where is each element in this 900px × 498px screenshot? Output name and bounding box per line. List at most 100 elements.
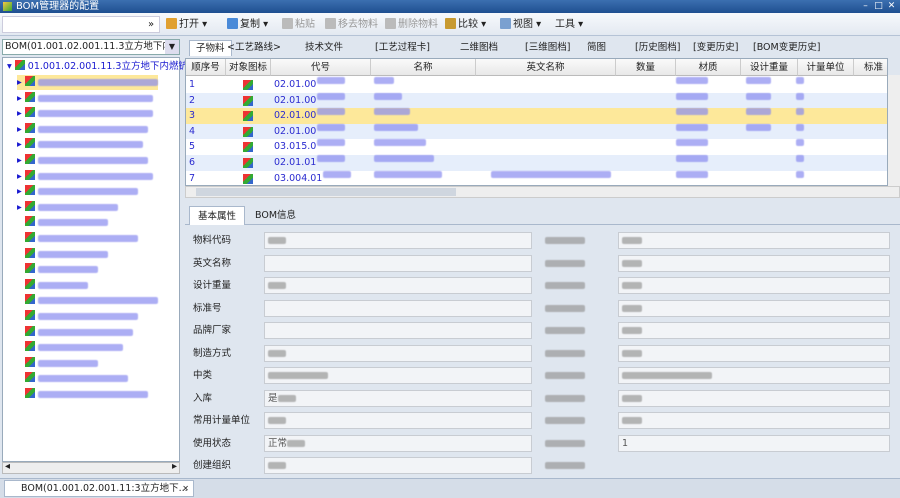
tree-node[interactable]: [25, 262, 98, 277]
tab-5[interactable]: [三维图档]: [525, 40, 570, 56]
right-field-value[interactable]: [618, 254, 890, 272]
tree-node[interactable]: ▸: [17, 184, 138, 199]
tools-button[interactable]: 工具 ▾: [555, 17, 583, 32]
object-icon: [243, 126, 253, 137]
tree-node[interactable]: [25, 231, 138, 246]
table-row[interactable]: 7 03.004.01: [186, 170, 887, 185]
remove-material-button[interactable]: 移去物料: [325, 17, 378, 32]
seq-cell: 2: [189, 94, 196, 106]
tab-8[interactable]: [变更历史]: [693, 40, 738, 56]
overflow-chevron-icon[interactable]: »: [148, 17, 154, 32]
column-header[interactable]: 设计重量: [741, 59, 798, 76]
tree-node[interactable]: [25, 356, 98, 371]
field-value[interactable]: [264, 344, 532, 362]
tab-7[interactable]: [历史图档]: [635, 40, 680, 56]
right-field-value[interactable]: [618, 277, 890, 294]
tree-root[interactable]: ▾ 01.001.02.001.11.3立方地下内燃铲运: [7, 59, 197, 74]
column-header[interactable]: 材质: [676, 59, 741, 76]
tree-node[interactable]: [25, 278, 88, 293]
tree-node[interactable]: ▸: [17, 169, 153, 184]
tab-4[interactable]: 二维图档: [460, 40, 498, 56]
tree-node[interactable]: ▸: [17, 106, 153, 121]
column-header[interactable]: 代号: [271, 59, 371, 76]
column-header[interactable]: 顺序号: [186, 59, 226, 76]
tree-node[interactable]: ▸: [17, 137, 143, 152]
tree-horizontal-scrollbar[interactable]: ◂ ▸: [2, 461, 180, 474]
field-value[interactable]: [264, 367, 532, 384]
tab-9[interactable]: [BOM变更历史]: [753, 40, 820, 56]
right-field-value[interactable]: 1: [618, 434, 890, 452]
table-row[interactable]: 6 02.01.01: [186, 155, 887, 171]
close-button[interactable]: ✕: [886, 1, 897, 12]
right-field-value[interactable]: [618, 232, 890, 249]
right-field-label: [545, 278, 585, 294]
right-field-value[interactable]: [618, 299, 890, 317]
field-value[interactable]: [264, 322, 532, 339]
column-header[interactable]: 数量: [616, 59, 676, 76]
field-value[interactable]: [264, 412, 532, 429]
field-value[interactable]: [264, 277, 532, 294]
tree-node[interactable]: ▸: [17, 200, 118, 215]
tab-1[interactable]: <工艺路线>: [227, 40, 281, 56]
tree-node[interactable]: [25, 371, 128, 386]
tree-node[interactable]: [25, 340, 123, 355]
tree-node[interactable]: [25, 325, 133, 340]
part-icon: [14, 60, 25, 70]
tree-node[interactable]: ▸: [17, 91, 153, 106]
right-field-value[interactable]: [618, 344, 890, 362]
column-header[interactable]: 标准: [854, 59, 887, 76]
grid-horizontal-scrollbar[interactable]: [185, 186, 900, 198]
bom-tree[interactable]: ▾ 01.001.02.001.11.3立方地下内燃铲运 ▸ ▸ ▸ ▸ ▸ ▸…: [2, 57, 197, 462]
maximize-button[interactable]: □: [873, 1, 884, 12]
open-button[interactable]: 打开 ▾: [166, 17, 207, 32]
column-header[interactable]: 对象图标: [226, 59, 271, 76]
bom-select[interactable]: BOM(01.001.02.001.11.3立方地下内 ▼: [2, 39, 180, 55]
copy-button[interactable]: 复制 ▾: [227, 17, 268, 32]
right-field-value[interactable]: [618, 389, 890, 407]
field-value[interactable]: [264, 254, 532, 272]
tab-6[interactable]: 简图: [587, 40, 606, 56]
column-header[interactable]: 英文名称: [476, 59, 616, 76]
table-row[interactable]: 4 02.01.00: [186, 123, 887, 140]
table-row[interactable]: 3 02.01.00: [186, 108, 887, 124]
grid-vertical-scrollbar[interactable]: [888, 75, 900, 186]
field-value[interactable]: 正常: [264, 434, 532, 452]
tree-node[interactable]: [25, 387, 148, 402]
tree-node[interactable]: [25, 247, 108, 262]
tree-node[interactable]: ▸: [17, 75, 158, 90]
tree-node[interactable]: [25, 215, 108, 230]
delete-material-button[interactable]: 删除物料: [385, 17, 438, 32]
tab-basic-properties[interactable]: 基本属性: [189, 206, 246, 225]
tab-0[interactable]: 子物料: [189, 40, 232, 56]
child-material-grid[interactable]: 顺序号 对象图标 代号 名称 英文名称 数量 材质 设计重量 计量单位 标准 1 02.01.00 2 0…: [185, 58, 888, 186]
column-header[interactable]: 计量单位: [798, 59, 854, 76]
right-field-value[interactable]: [618, 412, 890, 429]
table-row[interactable]: 5 03.015.0: [186, 139, 887, 155]
view-button[interactable]: 视图 ▾: [500, 17, 541, 32]
tree-node[interactable]: ▸: [17, 122, 148, 137]
right-field-value[interactable]: [618, 322, 890, 339]
minimize-button[interactable]: –: [860, 1, 871, 12]
paste-button[interactable]: 粘贴: [282, 17, 315, 32]
compare-button[interactable]: 比较 ▾: [445, 17, 486, 32]
tab-2[interactable]: 技术文件: [305, 40, 343, 56]
tree-node[interactable]: [25, 309, 138, 324]
tree-node[interactable]: [25, 293, 158, 308]
close-tab-icon[interactable]: ✕: [182, 481, 189, 496]
table-row[interactable]: 2 02.01.00: [186, 92, 887, 109]
tab-bom-info[interactable]: BOM信息: [247, 206, 304, 225]
tree-node[interactable]: ▸: [17, 153, 148, 168]
column-header[interactable]: 名称: [371, 59, 476, 76]
quick-search-input[interactable]: [2, 16, 160, 33]
chevron-down-icon[interactable]: ▼: [165, 40, 179, 54]
part-icon: [25, 278, 35, 289]
document-tab[interactable]: BOM(01.001.02.001.11:3立方地下... ✕: [4, 480, 194, 497]
object-icon: [243, 111, 253, 122]
table-row[interactable]: 1 02.01.00: [186, 77, 887, 93]
field-value[interactable]: [264, 457, 532, 474]
field-value[interactable]: 是: [264, 389, 532, 407]
field-value[interactable]: [264, 299, 532, 317]
tab-3[interactable]: [工艺过程卡]: [375, 40, 430, 56]
field-value[interactable]: [264, 232, 532, 249]
right-field-value[interactable]: [618, 367, 890, 384]
